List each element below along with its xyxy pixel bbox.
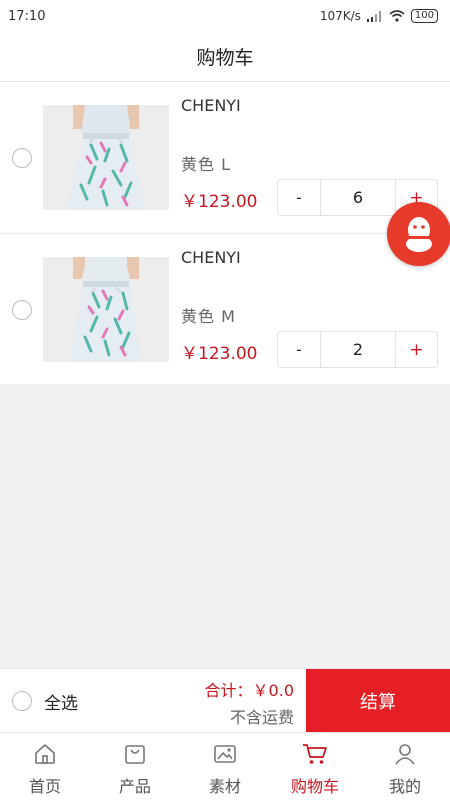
signal-icon: [366, 11, 381, 22]
product-spec: 黄色 L: [181, 155, 232, 174]
cart-list: CHENYI 黄色 L ￥123.00 - 6 + CHENYI 黄色 M ￥1…: [0, 82, 450, 384]
battery-indicator: 100: [410, 9, 438, 23]
product-price: ￥123.00: [181, 344, 258, 364]
select-all-checkbox[interactable]: [12, 691, 32, 711]
tab-label: 产品: [118, 777, 151, 796]
cart-total: 合计：￥0.0: [204, 681, 294, 700]
checkout-button[interactable]: 结算: [306, 669, 450, 733]
tab-label: 首页: [28, 777, 61, 796]
tab-label: 素材: [208, 777, 241, 796]
decrease-quantity-button[interactable]: -: [278, 332, 321, 367]
cart-item: CHENYI 黄色 M ￥123.00 - 2 +: [0, 234, 450, 384]
product-image[interactable]: [43, 105, 169, 210]
shipping-note: 不含运费: [229, 708, 294, 727]
cart-summary-bar: 全选 合计：￥0.0 不含运费 结算: [0, 668, 450, 733]
status-bar: 17:10 107K/s 100: [0, 0, 450, 32]
user-icon: [392, 741, 418, 767]
increase-quantity-button[interactable]: +: [396, 332, 437, 367]
tab-products[interactable]: 产品: [90, 733, 180, 800]
tab-mine[interactable]: 我的: [360, 733, 450, 800]
decrease-quantity-button[interactable]: -: [278, 180, 321, 215]
cart-item: CHENYI 黄色 L ￥123.00 - 6 +: [0, 82, 450, 234]
dress-illustration: [43, 105, 169, 210]
product-spec: 黄色 M: [181, 307, 236, 326]
bottom-tab-bar: 首页 产品 素材 购物车 我的: [0, 732, 450, 800]
home-icon: [32, 741, 58, 767]
product-price: ￥123.00: [181, 192, 258, 212]
select-all-label[interactable]: 全选: [44, 689, 78, 714]
bag-icon: [122, 741, 148, 767]
product-brand[interactable]: CHENYI: [181, 96, 241, 115]
item-select-checkbox[interactable]: [12, 300, 32, 320]
tab-cart[interactable]: 购物车: [270, 733, 360, 800]
quantity-stepper: - 2 +: [277, 331, 438, 368]
cart-icon: [302, 741, 328, 767]
quantity-value[interactable]: 2: [321, 332, 396, 367]
product-image[interactable]: [43, 257, 169, 362]
quantity-value[interactable]: 6: [321, 180, 396, 215]
wifi-icon: [389, 10, 405, 22]
status-indicators: 107K/s 100: [320, 9, 438, 23]
item-select-checkbox[interactable]: [12, 148, 32, 168]
qq-chat-button[interactable]: [387, 202, 450, 266]
image-icon: [212, 741, 238, 767]
tab-materials[interactable]: 素材: [180, 733, 270, 800]
tab-home[interactable]: 首页: [0, 733, 90, 800]
tab-label: 购物车: [290, 777, 339, 796]
dress-illustration: [43, 257, 169, 362]
product-brand[interactable]: CHENYI: [181, 248, 241, 267]
status-time: 17:10: [8, 8, 46, 24]
network-speed: 107K/s: [319, 9, 361, 23]
page-header: 购物车: [0, 32, 450, 82]
page-title: 购物车: [196, 47, 254, 69]
tab-label: 我的: [388, 777, 421, 796]
qq-penguin-icon: [406, 217, 432, 252]
